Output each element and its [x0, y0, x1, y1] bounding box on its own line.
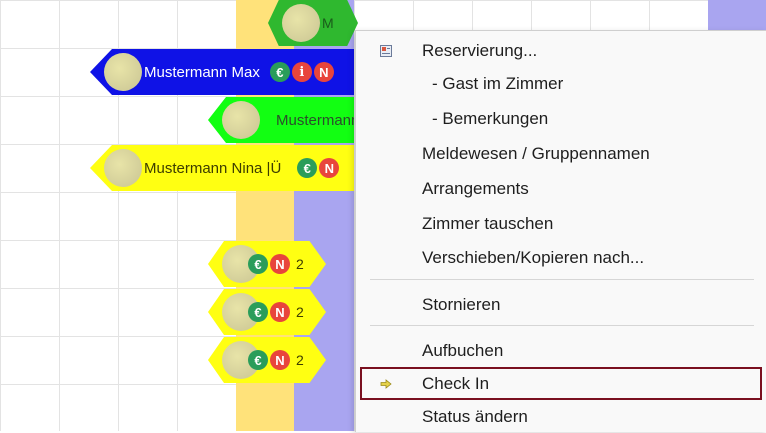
menu-item-arrangements[interactable]: Arrangements	[356, 172, 766, 205]
menu-item-label: Zimmer tauschen	[422, 213, 554, 233]
reservation-name: M	[322, 15, 334, 31]
note-icon: N	[270, 302, 290, 322]
menu-item-verschieben-kopieren[interactable]: Verschieben/Kopieren nach...	[356, 241, 766, 274]
menu-item-status-aendern[interactable]: Status ändern	[356, 400, 766, 433]
menu-item-label: Meldewesen / Gruppennamen	[422, 143, 650, 163]
reservation-bar-mustermann[interactable]: Mustermann	[208, 97, 354, 143]
menu-item-label: - Gast im Zimmer	[432, 73, 564, 93]
guest-avatar	[222, 101, 260, 139]
reservation-bar-small[interactable]: € N 2	[208, 289, 326, 335]
reservation-bar-small[interactable]: € N 2	[208, 241, 326, 287]
payment-icon: €	[248, 302, 268, 322]
menu-item-check-in[interactable]: Check In	[356, 367, 766, 400]
menu-item-meldewesen[interactable]: Meldewesen / Gruppennamen	[356, 137, 766, 170]
menu-item-reservierung[interactable]: Reservierung...	[356, 34, 766, 67]
menu-item-label: - Bemerkungen	[432, 108, 549, 128]
menu-item-label: Arrangements	[422, 178, 529, 198]
menu-item-label: Aufbuchen	[422, 340, 504, 360]
guest-avatar	[104, 53, 142, 91]
payment-icon: €	[248, 254, 268, 274]
menu-item-label: Check In	[422, 373, 490, 393]
payment-icon: €	[269, 62, 290, 82]
reservation-count: 2	[296, 304, 304, 320]
guest-avatar	[104, 149, 142, 187]
info-icon: i	[291, 62, 312, 82]
menu-item-gast-im-zimmer[interactable]: - Gast im Zimmer	[356, 67, 766, 100]
menu-separator	[370, 325, 754, 326]
menu-item-stornieren[interactable]: Stornieren	[356, 288, 766, 321]
reservation-count: 2	[296, 256, 304, 272]
reservation-name: Mustermann	[276, 111, 354, 129]
note-icon: N	[319, 158, 340, 178]
note-icon: N	[270, 254, 290, 274]
payment-icon: €	[248, 350, 268, 370]
menu-item-zimmer-tauschen[interactable]: Zimmer tauschen	[356, 207, 766, 240]
reservation-bar-top[interactable]: M 1	[268, 0, 358, 46]
menu-item-label: Verschieben/Kopieren nach...	[422, 247, 645, 267]
reservation-name: Mustermann Max	[144, 63, 260, 81]
note-icon: N	[270, 350, 290, 370]
arrow-right-icon	[380, 378, 392, 389]
reservation-bar-mustermann-nina[interactable]: Mustermann Nina |Ü € N	[90, 145, 354, 191]
reservation-name: Mustermann Nina |Ü	[144, 159, 282, 177]
note-icon: N	[313, 62, 334, 82]
guest-avatar	[282, 4, 320, 42]
reservation-count: 2	[296, 352, 304, 368]
menu-item-label: Reservierung...	[422, 40, 538, 60]
menu-item-label: Stornieren	[422, 294, 501, 314]
menu-item-aufbuchen[interactable]: Aufbuchen	[356, 334, 766, 367]
weekend-column	[708, 0, 766, 30]
context-menu: Reservierung... - Gast im Zimmer - Bemer…	[355, 30, 766, 432]
menu-separator	[370, 279, 754, 280]
menu-item-label: Status ändern	[422, 406, 528, 426]
reservation-bar-mustermann-max[interactable]: Mustermann Max € i N	[90, 49, 354, 95]
menu-item-bemerkungen[interactable]: - Bemerkungen	[356, 102, 766, 135]
reservation-bar-small[interactable]: € N 2	[208, 337, 326, 383]
reservation-icon	[380, 44, 392, 57]
payment-icon: €	[297, 158, 318, 178]
